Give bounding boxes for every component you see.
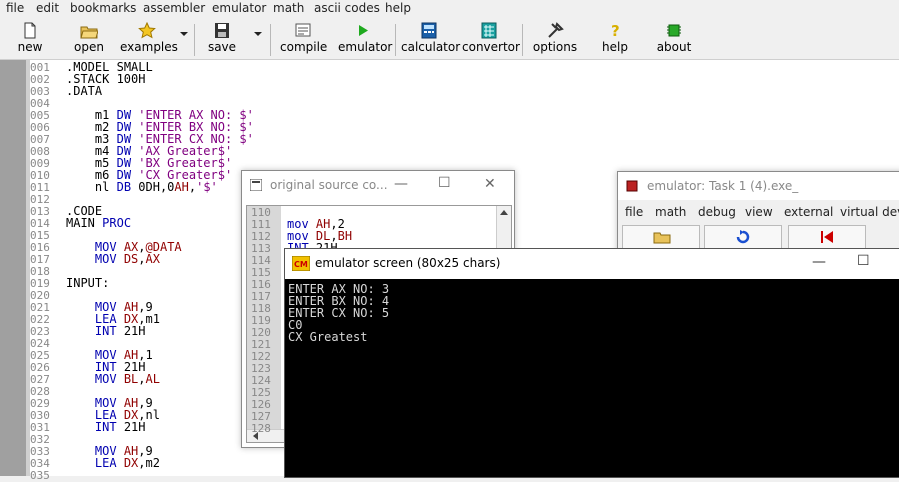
help-button[interactable]: ? help <box>600 22 630 54</box>
emulator-window-title: emulator: Task 1 (4).exe_ <box>647 179 799 193</box>
emu-menu-debug[interactable]: debug <box>698 205 736 219</box>
source-window-title: original source co... <box>270 178 388 192</box>
tools-icon <box>548 22 564 38</box>
toolbar-separator <box>194 24 195 56</box>
source-window-app-icon <box>250 179 262 191</box>
open-button[interactable]: open <box>72 22 106 54</box>
emu-menu-view[interactable]: view <box>745 205 773 219</box>
emulator-window-titlebar[interactable]: emulator: Task 1 (4).exe_ <box>618 172 899 200</box>
emu-menu-virtual-device[interactable]: virtual device <box>840 205 899 219</box>
save-label: save <box>207 40 237 54</box>
calculator-icon <box>421 22 437 39</box>
star-icon <box>138 22 156 39</box>
chip-icon <box>626 180 638 192</box>
floppy-disk-icon <box>215 23 229 38</box>
minimize-icon[interactable]: — <box>812 254 826 270</box>
minimize-icon[interactable]: — <box>394 176 408 192</box>
chip-icon <box>667 24 681 37</box>
code-line[interactable]: .DATA <box>66 84 102 98</box>
toolbar-separator <box>522 24 523 56</box>
source-line-number: 128 <box>251 422 271 435</box>
new-label: new <box>17 40 43 54</box>
new-file-icon <box>24 22 36 39</box>
screen-output-line: ENTER CX NO: 5 <box>288 306 390 320</box>
menu-help[interactable]: help <box>385 1 411 15</box>
emulator-button[interactable]: emulator <box>338 22 392 54</box>
svg-text:CM: CM <box>294 260 308 269</box>
emulator-screen-title: emulator screen (80x25 chars) <box>315 256 501 270</box>
emu-menu-external[interactable]: external <box>784 205 833 219</box>
menu-bar: file edit bookmarks assembler emulator m… <box>0 0 899 18</box>
help-label: help <box>602 40 628 54</box>
about-label: about <box>656 40 692 54</box>
menu-bookmarks[interactable]: bookmarks <box>70 1 136 15</box>
screen-output-line: CX Greatest <box>288 330 368 344</box>
toolbar-separator <box>395 24 396 56</box>
calculator-label: calculator <box>401 40 461 54</box>
code-line[interactable]: INT 21H <box>66 420 146 434</box>
emulator-screen-titlebar[interactable]: CM emulator screen (80x25 chars) — ☐ <box>285 249 899 279</box>
open-folder-icon <box>80 26 98 39</box>
source-window-titlebar[interactable]: original source co... — ☐ ✕ <box>242 171 514 199</box>
examples-dropdown-icon[interactable] <box>180 32 188 36</box>
code-line[interactable]: LEA DX,m2 <box>66 456 160 470</box>
svg-text:?: ? <box>611 22 620 39</box>
menu-math[interactable]: math <box>273 1 304 15</box>
menu-emulator[interactable]: emulator <box>212 1 266 15</box>
about-button[interactable]: about <box>656 22 692 54</box>
compile-label: compile <box>280 40 328 54</box>
emu-reload-button[interactable] <box>704 225 782 249</box>
emu-load-button[interactable] <box>622 225 700 249</box>
code-line[interactable]: INT 21H <box>66 324 146 338</box>
emulator-menu-bar: file math debug view external virtual de… <box>618 202 899 222</box>
code-line[interactable]: nl DB 0DH,0AH,'$' <box>66 180 218 194</box>
examples-button[interactable]: examples <box>120 22 178 54</box>
maximize-icon[interactable]: ☐ <box>438 175 451 191</box>
save-dropdown-icon[interactable] <box>254 32 262 36</box>
question-mark-icon: ? <box>611 22 620 39</box>
open-label: open <box>74 40 104 54</box>
convertor-button[interactable]: convertor <box>462 22 520 54</box>
emulator-screen-window[interactable]: CM emulator screen (80x25 chars) — ☐ ENT… <box>284 248 899 478</box>
toolbar-separator <box>270 24 271 56</box>
close-icon[interactable]: ✕ <box>484 176 496 192</box>
convertor-icon <box>481 22 497 39</box>
options-label: options <box>532 40 578 54</box>
code-line[interactable]: INPUT: <box>66 276 109 290</box>
emu-menu-math[interactable]: math <box>655 205 686 219</box>
compile-button[interactable]: compile <box>280 22 328 54</box>
code-line[interactable]: MOV BL,AL <box>66 372 160 386</box>
options-button[interactable]: options <box>532 22 578 54</box>
code-line[interactable]: MAIN PROC <box>66 216 131 230</box>
code-line[interactable]: MOV DS,AX <box>66 252 160 266</box>
compile-icon <box>295 23 311 37</box>
convertor-label: convertor <box>462 40 520 54</box>
scroll-up-icon[interactable] <box>500 210 508 215</box>
menu-ascii-codes[interactable]: ascii codes <box>314 1 380 15</box>
save-button[interactable]: save <box>204 22 240 54</box>
toolbar: new open examples save compile emulator … <box>0 19 899 60</box>
emulator-label: emulator <box>338 40 393 54</box>
emu-step-back-button[interactable] <box>788 225 866 249</box>
menu-file[interactable]: file <box>6 1 24 15</box>
new-button[interactable]: new <box>14 22 46 54</box>
editor-gutter <box>0 60 26 476</box>
play-icon <box>359 25 368 36</box>
maximize-icon[interactable]: ☐ <box>857 253 870 269</box>
menu-edit[interactable]: edit <box>36 1 59 15</box>
reload-icon <box>736 230 750 244</box>
examples-label: examples <box>120 40 178 54</box>
menu-assembler[interactable]: assembler <box>143 1 205 15</box>
step-back-icon <box>821 231 833 243</box>
dos-icon: CM <box>292 256 310 271</box>
open-folder-icon <box>653 232 671 244</box>
emu-menu-file[interactable]: file <box>625 205 643 219</box>
calculator-button[interactable]: calculator <box>401 22 461 54</box>
